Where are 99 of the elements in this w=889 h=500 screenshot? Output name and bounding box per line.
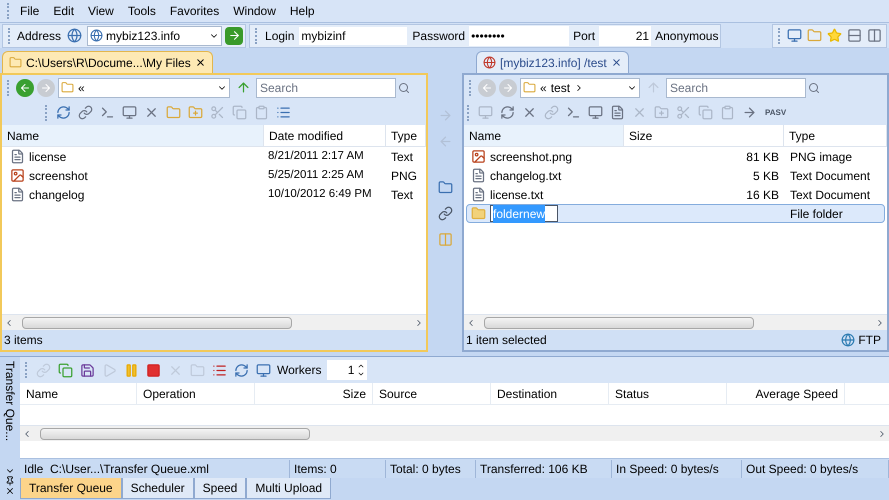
folder-icon (523, 81, 536, 94)
size-cell: 16 KB (746, 188, 779, 202)
pasv-button[interactable]: PASV (761, 106, 790, 118)
document-icon (10, 149, 25, 164)
globe-icon (483, 56, 496, 69)
bottom-tab[interactable]: Scheduler (122, 478, 194, 499)
anonymous-label: Anonymous (655, 28, 718, 44)
protocol-label: FTP (858, 332, 882, 349)
column-header[interactable]: Size (624, 125, 784, 146)
panel-title: Transfer Que... (2, 361, 18, 442)
breadcrumb-item[interactable]: test (550, 78, 570, 96)
port-field[interactable]: 21 (599, 26, 652, 46)
close-icon[interactable] (5, 486, 15, 496)
pane-tab[interactable]: [mybiz123.info] /test (476, 51, 629, 73)
search-field[interactable]: Search (256, 78, 396, 98)
password-label: Password (412, 28, 466, 44)
date-cell-text: 8/21/2011 2:17 AM (267, 148, 365, 164)
arrow-right-icon (228, 29, 241, 42)
login-label: Login (265, 28, 294, 44)
workers-spinner[interactable]: 1 (327, 360, 368, 380)
date-cell-text: 5/25/2011 2:25 AM (267, 168, 365, 183)
file-name: license.txt (490, 186, 544, 204)
menu-item[interactable]: Tools (120, 2, 163, 20)
search-icon[interactable] (398, 82, 410, 94)
menu-item[interactable]: File (13, 2, 46, 20)
path-field[interactable]: « test (520, 78, 640, 98)
bottom-tab[interactable]: Transfer Queue (20, 478, 122, 499)
address-field[interactable]: mybiz123.info (87, 26, 222, 46)
column-header[interactable]: Name (2, 125, 264, 146)
menu-item[interactable]: Edit (46, 2, 82, 20)
scrollbar-thumb[interactable] (22, 316, 292, 328)
go-button[interactable] (225, 26, 244, 44)
pin-icon[interactable] (5, 476, 15, 486)
status-text: 3 items (4, 332, 43, 349)
back-button[interactable] (16, 78, 34, 96)
file-name[interactable]: screenshot (29, 166, 88, 184)
file-name: screenshot.png (490, 148, 572, 166)
image-file-icon (10, 168, 25, 183)
path-field[interactable]: « (58, 78, 230, 98)
close-icon[interactable] (610, 57, 622, 68)
size-cell: 81 KB (746, 150, 779, 164)
port-label: Port (573, 28, 596, 44)
file-name[interactable]: license (29, 148, 66, 166)
search-field[interactable]: Search (666, 78, 806, 98)
image-file-icon (471, 149, 486, 164)
menu-item[interactable]: View (81, 2, 121, 20)
column-header[interactable]: Size (255, 383, 373, 404)
file-row[interactable]: foldernew File folder (466, 204, 885, 223)
pane-tab[interactable]: C:\Users\R\Docume...\My Files (2, 51, 213, 73)
globe-icon (90, 29, 104, 42)
menu-item[interactable]: Window (226, 2, 283, 20)
path-text: « (540, 80, 547, 96)
password-field[interactable]: •••••••• (469, 26, 570, 46)
arrow-left-icon (481, 82, 493, 94)
arrow-right-icon (40, 82, 52, 94)
column-header[interactable]: Source (373, 383, 491, 404)
folder-icon (471, 206, 486, 221)
column-header[interactable]: Operation (137, 383, 255, 404)
file-name[interactable]: changelog (29, 186, 84, 204)
search-icon[interactable] (808, 82, 820, 94)
close-icon[interactable] (194, 57, 206, 68)
column-header[interactable]: Name (464, 125, 624, 146)
column-header[interactable]: Name (20, 383, 137, 404)
workers-label: Workers (277, 362, 322, 379)
increment-icon[interactable] (357, 362, 366, 370)
arrow-left-icon (19, 82, 31, 94)
column-header[interactable]: Average Speed (727, 383, 845, 404)
column-header[interactable]: Status (609, 383, 727, 404)
column-header[interactable]: Destination (491, 383, 609, 404)
type-cell-text: Text (390, 186, 414, 204)
login-field[interactable]: mybizinf (298, 26, 408, 46)
bottom-tab[interactable]: Multi Upload (246, 478, 332, 499)
file-name: changelog.txt (490, 168, 562, 184)
menu-item[interactable]: Help (282, 2, 322, 20)
document-icon (471, 187, 486, 202)
folder-icon (61, 81, 74, 94)
document-icon (10, 187, 25, 202)
type-cell-text: Text Document (789, 186, 872, 204)
scrollbar-thumb[interactable] (40, 428, 310, 440)
column-header[interactable]: Type (784, 125, 887, 146)
menu-item[interactable]: Favorites (162, 2, 226, 20)
column-header[interactable]: Date modified (264, 125, 386, 146)
folder-icon (9, 56, 22, 69)
type-cell-text: Text (390, 148, 414, 166)
column-header[interactable]: Type (386, 125, 426, 146)
document-icon (471, 168, 486, 183)
type-cell-text: Text Document (789, 168, 872, 184)
address-label: Address (17, 28, 62, 44)
arrow-right-icon (502, 82, 514, 94)
date-cell-text: 10/10/2012 6:49 PM (267, 186, 373, 202)
globe-icon (841, 333, 856, 347)
type-cell-text: File folder (789, 206, 844, 222)
scrollbar-thumb[interactable] (484, 316, 754, 328)
type-cell-text: PNG (390, 168, 418, 184)
decrement-icon[interactable] (357, 370, 366, 378)
size-cell: 5 KB (752, 168, 779, 182)
bottom-tab[interactable]: Speed (194, 478, 246, 499)
status-text: 1 item selected (466, 332, 548, 349)
type-cell-text: PNG image (789, 148, 854, 166)
